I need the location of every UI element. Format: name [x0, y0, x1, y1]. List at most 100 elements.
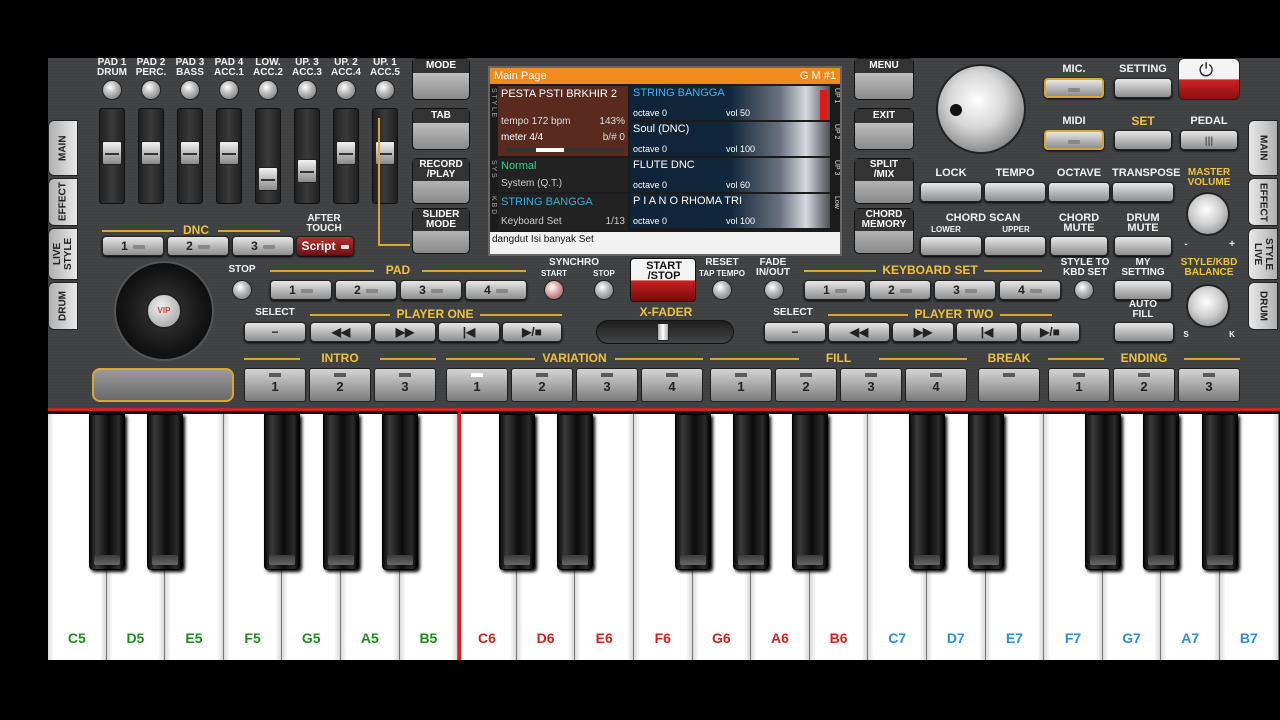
- data-dial[interactable]: [936, 64, 1026, 154]
- tempo-button[interactable]: [984, 182, 1046, 202]
- pad-slider-4[interactable]: [216, 108, 242, 204]
- jog-wheel[interactable]: VIP: [114, 261, 214, 361]
- pad-knob-1[interactable]: [102, 80, 122, 100]
- dnc-button-1[interactable]: 1: [102, 236, 164, 256]
- power-button[interactable]: ⏻: [1178, 58, 1240, 100]
- chord-scan-upper-button[interactable]: [984, 236, 1046, 256]
- keyboard-set-button-2[interactable]: 2: [869, 280, 931, 300]
- fill-button-1[interactable]: 1: [710, 368, 772, 402]
- fill-button-4[interactable]: 4: [905, 368, 967, 402]
- setting-button[interactable]: [1114, 78, 1172, 98]
- intro-button-3[interactable]: 3: [374, 368, 436, 402]
- style-block[interactable]: PESTA PSTI BRKHIR 2 tempo 172 bpm 143% m…: [498, 86, 628, 156]
- player-two-play-stop-button[interactable]: ▶/■: [1020, 322, 1080, 342]
- black-key[interactable]: [1084, 414, 1121, 570]
- black-key[interactable]: [791, 414, 828, 570]
- pad-slider-thumb-7[interactable]: [336, 141, 356, 165]
- player-one-rewind-button[interactable]: ◀◀: [310, 322, 372, 342]
- player-one-previous-button[interactable]: |◀: [438, 322, 500, 342]
- tab-effect-left[interactable]: EFFECT: [48, 178, 78, 226]
- balance-knob[interactable]: [1186, 284, 1230, 328]
- black-key[interactable]: [1143, 414, 1180, 570]
- black-key[interactable]: [381, 414, 418, 570]
- part-row-4[interactable]: P I A N O RHOMA TRI octave 0 vol 100: [630, 194, 830, 228]
- keyboard-set-button-3[interactable]: 3: [934, 280, 996, 300]
- player-two-forward-button[interactable]: ▶▶: [892, 322, 954, 342]
- black-key[interactable]: [557, 414, 594, 570]
- part-row-2[interactable]: Soul (DNC) octave 0 vol 100: [630, 122, 830, 156]
- black-key[interactable]: [967, 414, 1004, 570]
- part-row-3[interactable]: FLUTE DNC octave 0 vol 60: [630, 158, 830, 192]
- script-button[interactable]: Script: [296, 236, 354, 256]
- pad-slider-1[interactable]: [99, 108, 125, 204]
- pad-knob-2[interactable]: [141, 80, 161, 100]
- keyboard-set-block[interactable]: STRING BANGGA Keyboard Set 1/13: [498, 194, 628, 230]
- break-button-1[interactable]: [978, 368, 1040, 402]
- tab-drum-left[interactable]: DRUM: [48, 282, 78, 330]
- player-one-select-button[interactable]: −: [244, 322, 306, 342]
- tab-effect-right[interactable]: EFFECT: [1248, 178, 1278, 226]
- exit-button[interactable]: EXIT: [854, 108, 914, 150]
- pad-slider-thumb-5[interactable]: [258, 167, 278, 191]
- x-fader-thumb[interactable]: [657, 323, 669, 341]
- black-key[interactable]: [323, 414, 359, 570]
- player-two-select-button[interactable]: −: [764, 322, 826, 342]
- chord-scan-lower-button[interactable]: [920, 236, 982, 256]
- menu-button[interactable]: MENU: [854, 58, 914, 100]
- fill-button-3[interactable]: 3: [840, 368, 902, 402]
- pad-button-3[interactable]: 3: [400, 280, 462, 300]
- system-block[interactable]: Normal System (Q.T.): [498, 158, 628, 192]
- fill-button-2[interactable]: 2: [775, 368, 837, 402]
- pad-slider-2[interactable]: [138, 108, 164, 204]
- player-two-previous-button[interactable]: |◀: [956, 322, 1018, 342]
- pad-knob-5[interactable]: [258, 80, 278, 100]
- black-key[interactable]: [909, 414, 945, 570]
- mode-button[interactable]: MODE: [412, 58, 470, 100]
- tab-main-left[interactable]: MAIN: [48, 120, 78, 176]
- pad-knob-7[interactable]: [336, 80, 356, 100]
- keyboard-set-button-1[interactable]: 1: [804, 280, 866, 300]
- chord-mute-button[interactable]: [1050, 236, 1108, 256]
- octave-button[interactable]: [1048, 182, 1110, 202]
- pad-slider-7[interactable]: [333, 108, 359, 204]
- synchro-stop-button[interactable]: [594, 280, 614, 300]
- variation-button-3[interactable]: 3: [576, 368, 638, 402]
- pad-button-4[interactable]: 4: [465, 280, 527, 300]
- black-key[interactable]: [147, 414, 184, 570]
- x-fader[interactable]: [596, 320, 734, 344]
- dnc-button-3[interactable]: 3: [232, 236, 294, 256]
- pad-button-2[interactable]: 2: [335, 280, 397, 300]
- pad-slider-5[interactable]: [255, 108, 281, 204]
- tab-live-style-right[interactable]: LIVE STYLE: [1248, 228, 1278, 280]
- intro-button-2[interactable]: 2: [309, 368, 371, 402]
- pad-button-1[interactable]: 1: [270, 280, 332, 300]
- midi-button[interactable]: [1044, 130, 1104, 150]
- lock-button[interactable]: [920, 182, 982, 202]
- auto-fill-button[interactable]: [1114, 322, 1174, 342]
- pad-knob-4[interactable]: [219, 80, 239, 100]
- black-key[interactable]: [264, 414, 301, 570]
- dnc-button-2[interactable]: 2: [167, 236, 229, 256]
- player-one-forward-button[interactable]: ▶▶: [374, 322, 436, 342]
- my-setting-button[interactable]: [1114, 280, 1172, 300]
- part-row-1[interactable]: STRING BANGGA octave 0 vol 50: [630, 86, 830, 120]
- variation-button-1[interactable]: 1: [446, 368, 508, 402]
- set-button[interactable]: [1114, 130, 1172, 150]
- variation-button-2[interactable]: 2: [511, 368, 573, 402]
- pad-knob-8[interactable]: [375, 80, 395, 100]
- tab-live-style-left[interactable]: LIVE STYLE: [48, 228, 78, 280]
- black-key[interactable]: [88, 414, 125, 570]
- pad-knob-6[interactable]: [297, 80, 317, 100]
- tab-drum-right[interactable]: DRUM: [1248, 282, 1278, 330]
- fade-in-out-button[interactable]: [764, 280, 784, 300]
- start-stop-button[interactable]: START /STOP: [630, 258, 696, 302]
- player-two-rewind-button[interactable]: ◀◀: [828, 322, 890, 342]
- black-key[interactable]: [733, 414, 770, 570]
- ending-button-1[interactable]: 1: [1048, 368, 1110, 402]
- pad-knob-3[interactable]: [180, 80, 200, 100]
- tap-pad[interactable]: [92, 368, 234, 402]
- pad-slider-6[interactable]: [294, 108, 320, 204]
- pad-slider-8[interactable]: [372, 108, 398, 204]
- pad-slider-thumb-2[interactable]: [141, 141, 161, 165]
- record-play-button[interactable]: RECORD /PLAY: [412, 158, 470, 204]
